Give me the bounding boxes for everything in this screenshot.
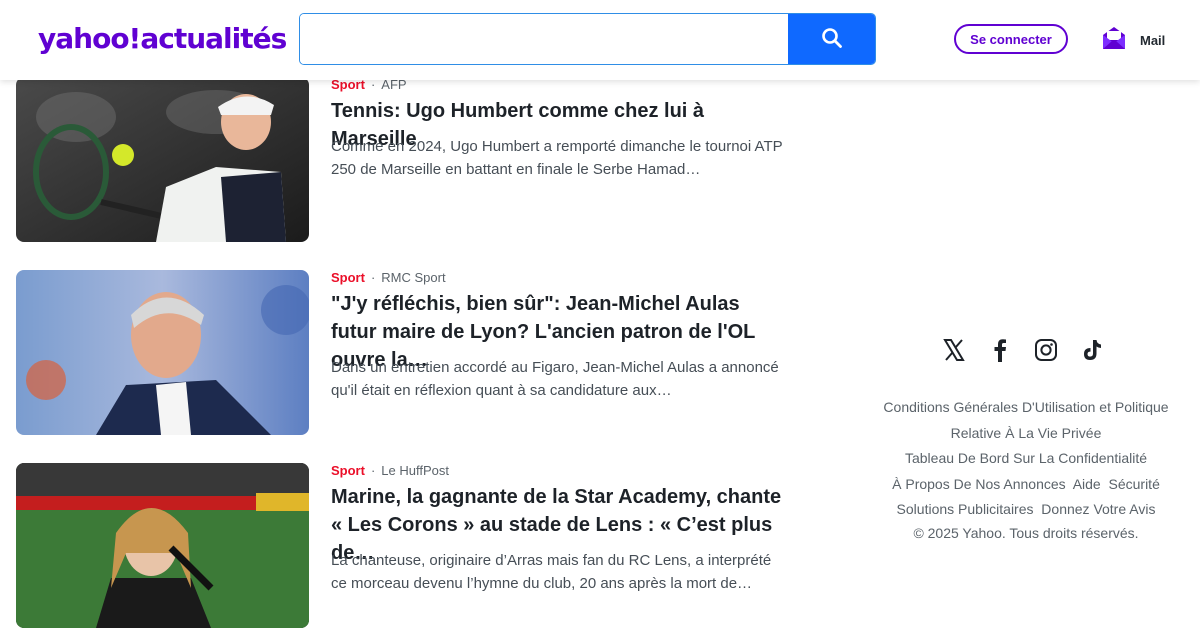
search-input[interactable]: [300, 14, 788, 64]
sign-in-button[interactable]: Se connecter: [954, 24, 1068, 54]
meta-separator: ·: [370, 270, 376, 285]
mail-icon: [1100, 24, 1128, 57]
article-card[interactable]: Sport · Le HuffPost Marine, la gagnante de…: [16, 463, 786, 635]
article-thumbnail[interactable]: [16, 77, 309, 242]
help-link[interactable]: Aide: [1073, 476, 1101, 492]
article-card[interactable]: Sport · RMC Sport "J'y réfléchis, bien sûr…: [16, 270, 786, 442]
top-header: yahoo!actualités Se connecter Mail: [0, 0, 1200, 80]
privacy-dashboard-link[interactable]: Tableau De Bord Sur La Confidentialité: [905, 450, 1147, 466]
x-icon[interactable]: [942, 338, 966, 362]
search-box: [299, 13, 876, 65]
search-button[interactable]: [788, 14, 875, 64]
article-category[interactable]: Sport: [331, 463, 365, 478]
ad-solutions-link[interactable]: Solutions Publicitaires: [897, 501, 1034, 517]
instagram-icon[interactable]: [1034, 338, 1058, 362]
article-card[interactable]: Sport · AFP Tennis: Ugo Humbert comme chez…: [16, 77, 786, 249]
article-thumbnail[interactable]: [16, 463, 309, 628]
article-summary: Comme en 2024, Ugo Humbert a remporté di…: [331, 138, 783, 178]
article-source: Le HuffPost: [381, 463, 449, 478]
mail-link[interactable]: Mail: [1100, 23, 1165, 57]
security-link[interactable]: Sécurité: [1109, 476, 1160, 492]
article-source: RMC Sport: [381, 270, 446, 285]
about-ads-link[interactable]: À Propos De Nos Annonces: [892, 476, 1066, 492]
article-meta: Sport · RMC Sport: [331, 270, 446, 285]
feedback-link[interactable]: Donnez Votre Avis: [1041, 501, 1155, 517]
mail-label: Mail: [1140, 32, 1166, 48]
terms-privacy-link[interactable]: Conditions Générales D'Utilisation et Po…: [883, 399, 1168, 441]
article-category[interactable]: Sport: [331, 270, 365, 285]
article-summary: Dans un entretien accordé au Figaro, Jea…: [331, 359, 779, 399]
tiktok-icon[interactable]: [1080, 338, 1104, 362]
article-summary: La chanteuse, originaire d’Arras mais fa…: [331, 552, 772, 592]
copyright-text: © 2025 Yahoo. Tous droits réservés.: [913, 524, 1139, 541]
article-meta: Sport · Le HuffPost: [331, 463, 449, 478]
social-links: [942, 338, 1104, 362]
yahoo-actualites-logo[interactable]: yahoo!actualités: [38, 20, 287, 58]
article-thumbnail[interactable]: [16, 270, 309, 435]
footer-links: Conditions Générales D'Utilisation et Po…: [868, 395, 1184, 543]
meta-separator: ·: [370, 463, 376, 478]
facebook-icon[interactable]: [988, 338, 1012, 362]
search-icon: [821, 27, 843, 52]
